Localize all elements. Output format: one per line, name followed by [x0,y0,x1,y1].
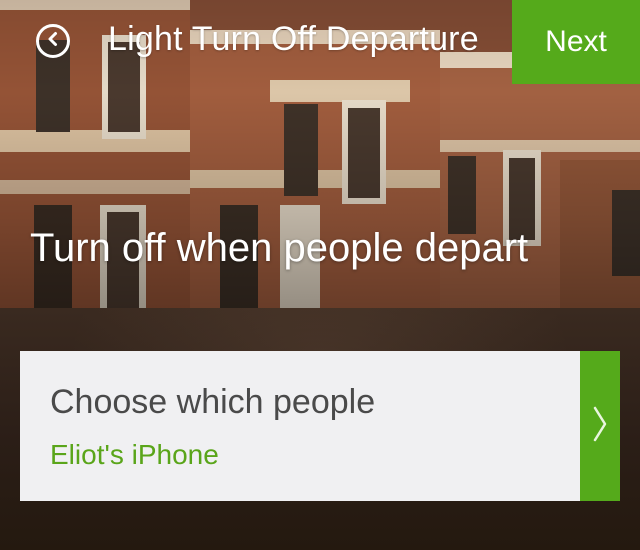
next-button[interactable]: Next [512,0,640,84]
selected-people-value: Eliot's iPhone [50,439,219,470]
choose-people-card-body[interactable]: Choose which people Eliot's iPhone [20,351,580,501]
hero-heading: Turn off when people depart [30,226,529,270]
back-circle-icon [44,30,62,53]
choose-people-title: Choose which people [50,383,376,421]
next-button-label: Next [545,25,607,58]
choose-people-chevron-button[interactable] [580,351,620,501]
back-button[interactable] [36,24,70,58]
page-title: Light Turn Off Departure [108,20,479,58]
choose-people-row[interactable]: Choose which people Eliot's iPhone [20,351,620,501]
chevron-right-icon [591,402,609,451]
